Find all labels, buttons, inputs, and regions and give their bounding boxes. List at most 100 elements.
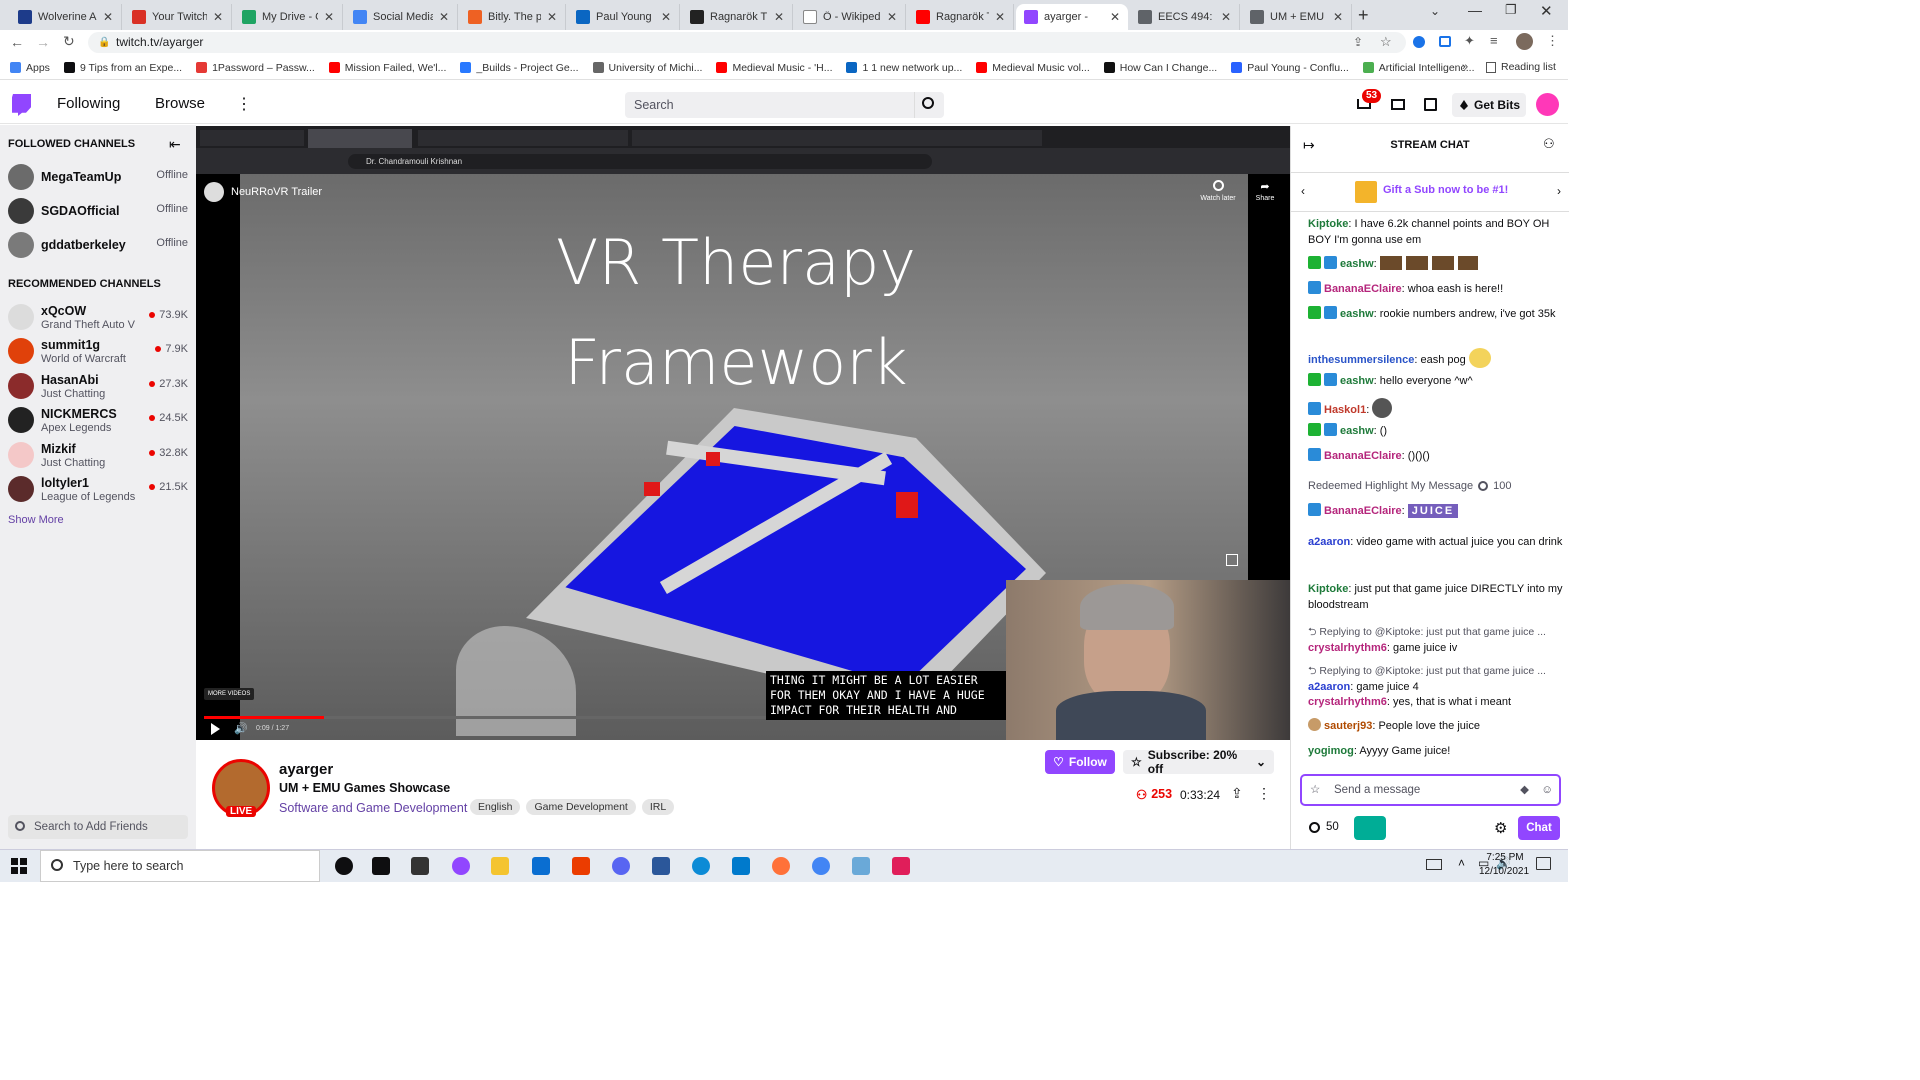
recommended-channel-item[interactable]: loltyler1 League of Legends 21.5K — [0, 472, 196, 506]
chat-username[interactable]: crystalrhythm6 — [1308, 696, 1387, 708]
file-explorer-icon[interactable] — [491, 857, 509, 875]
channel-points-balance[interactable]: 50 — [1309, 821, 1339, 833]
subscribe-button[interactable]: ☆ Subscribe: 20% off ⌄ — [1123, 748, 1274, 776]
get-bits-button[interactable]: Get Bits — [1452, 93, 1526, 117]
emote-star-icon[interactable]: ☆ — [1310, 776, 1320, 804]
office-icon[interactable] — [572, 857, 590, 875]
reload-icon[interactable]: ↻ — [63, 33, 75, 50]
profile-avatar[interactable] — [1516, 33, 1533, 50]
word-icon[interactable] — [652, 857, 670, 875]
tab-search-icon[interactable]: ⌄ — [1430, 4, 1440, 18]
bookmark-item[interactable]: 1 1 new network up... — [846, 62, 962, 74]
discord-icon[interactable] — [612, 857, 630, 875]
extension-icon[interactable] — [1439, 36, 1451, 47]
clock-date[interactable]: 12/10/2021 — [1474, 866, 1534, 877]
tab-close-icon[interactable]: ✕ — [995, 10, 1005, 24]
tab-close-icon[interactable]: ✕ — [103, 10, 113, 24]
chat-username[interactable]: Haskol1 — [1324, 404, 1366, 416]
nav-browse[interactable]: Browse — [155, 95, 205, 112]
volume-icon[interactable]: 🔊 — [234, 722, 248, 735]
bookmark-item[interactable]: 1Password – Passw... — [196, 62, 315, 74]
community-icon[interactable]: ⚇ — [1543, 136, 1555, 152]
stream-tag[interactable]: Game Development — [526, 799, 636, 815]
tab-close-icon[interactable]: ✕ — [324, 10, 334, 24]
tray-chevron-icon[interactable]: ˄ — [1458, 856, 1465, 870]
recommended-channel-item[interactable]: NICKMERCS Apex Legends 24.5K — [0, 403, 196, 437]
chat-username[interactable]: eashw — [1340, 375, 1374, 387]
more-menu-icon[interactable]: ⋮ — [236, 94, 252, 114]
search-input[interactable]: Search — [625, 92, 914, 118]
chat-username[interactable]: a2aaron — [1308, 681, 1350, 693]
gift-sub-banner[interactable]: ‹ Gift a Sub now to be #1! › — [1291, 172, 1569, 212]
task-view-icon[interactable] — [372, 857, 390, 875]
browser-tab[interactable]: Social Media ✕ — [345, 4, 458, 30]
bookmark-item[interactable]: _Builds - Project Ge... — [460, 62, 579, 74]
whispers-icon[interactable] — [1424, 98, 1437, 111]
stream-tag[interactable]: IRL — [641, 799, 675, 815]
bookmark-star-icon[interactable]: ☆ — [1380, 34, 1392, 50]
bookmark-item[interactable]: Apps — [10, 62, 50, 74]
search-button[interactable] — [914, 92, 944, 118]
fullscreen-exit-icon[interactable] — [1226, 554, 1238, 566]
reply-context[interactable]: ⮌ Replying to @Kiptoke: just put that ga… — [1308, 624, 1563, 640]
browser-tab[interactable]: Paul Young | L ✕ — [568, 4, 680, 30]
close-window-button[interactable]: ✕ — [1540, 2, 1553, 20]
minimize-button[interactable]: — — [1468, 2, 1482, 18]
browser-tab[interactable]: Wolverine Ac ✕ — [10, 4, 122, 30]
edge-icon[interactable] — [692, 857, 710, 875]
puzzle-icon[interactable]: ✦ — [1464, 33, 1475, 49]
keyboard-icon[interactable] — [1426, 859, 1442, 870]
follow-button[interactable]: ♡ Follow — [1045, 750, 1115, 774]
tab-close-icon[interactable]: ✕ — [1110, 10, 1120, 24]
chevron-left-icon[interactable]: ‹ — [1301, 184, 1305, 198]
followed-channel-item[interactable]: SGDAOfficial Offline — [0, 194, 196, 228]
stream-category[interactable]: Software and Game Development — [279, 801, 467, 815]
recommended-channel-item[interactable]: HasanAbi Just Chatting 27.3K — [0, 369, 196, 403]
bookmark-item[interactable]: Mission Failed, We'l... — [328, 62, 446, 74]
bookmark-item[interactable]: 9 Tips from an Expe... — [63, 62, 182, 74]
browser-tab[interactable]: Ragnarök TD ✕ — [682, 4, 793, 30]
nav-following[interactable]: Following — [57, 95, 120, 112]
chat-username[interactable]: a2aaron — [1308, 536, 1350, 548]
new-tab-button[interactable]: + — [1358, 5, 1369, 26]
mail-icon[interactable] — [532, 857, 550, 875]
forward-icon[interactable]: → — [36, 34, 50, 50]
media-icon[interactable]: ≡ — [1490, 33, 1498, 48]
chat-username[interactable]: BananaEClaire — [1324, 283, 1402, 295]
taskbar-search-input[interactable]: Type here to search — [40, 850, 320, 882]
emoji-icon[interactable]: ☺ — [1541, 776, 1553, 804]
stream-tag[interactable]: English — [470, 799, 521, 815]
back-icon[interactable]: ← — [10, 34, 24, 50]
watch-later-button[interactable]: Watch later — [1196, 180, 1240, 202]
browser-tab[interactable]: ayarger - ✕ — [1016, 4, 1128, 30]
firefox-icon[interactable] — [772, 857, 790, 875]
chat-send-button[interactable]: Chat — [1518, 816, 1560, 840]
chat-username[interactable]: yogimog — [1308, 745, 1354, 757]
chevron-right-icon[interactable]: › — [1557, 184, 1561, 198]
tab-close-icon[interactable]: ✕ — [547, 10, 557, 24]
chat-username[interactable]: eashw — [1340, 308, 1374, 320]
recommended-channel-item[interactable]: xQcOW Grand Theft Auto V 73.9K — [0, 300, 196, 334]
browser-tab[interactable]: UM + EMU G ✕ — [1242, 4, 1352, 30]
inbox-icon[interactable] — [1391, 99, 1405, 110]
chat-username[interactable]: eashw — [1340, 258, 1374, 270]
play-icon[interactable] — [211, 723, 220, 735]
claim-bonus-button[interactable] — [1354, 816, 1386, 840]
clock-time[interactable]: 7:25 PM — [1480, 852, 1530, 863]
channel-avatar[interactable] — [204, 182, 224, 202]
more-videos-label[interactable]: MORE VIDEOS — [204, 688, 255, 700]
reading-list[interactable]: Reading list — [1486, 61, 1556, 73]
tab-close-icon[interactable]: ✕ — [1333, 10, 1343, 24]
tab-close-icon[interactable]: ✕ — [661, 10, 671, 24]
collapse-sidebar-icon[interactable]: ⇤ — [169, 136, 181, 153]
bookmark-item[interactable]: University of Michi... — [592, 62, 702, 74]
url-bar[interactable]: 🔒 twitch.tv/ayarger — [88, 32, 1406, 53]
chat-input[interactable]: ☆ Send a message ◆ ☺ — [1300, 774, 1561, 806]
chat-username[interactable]: Kiptoke — [1308, 218, 1348, 230]
bookmark-item[interactable]: Medieval Music - 'H... — [716, 62, 832, 74]
chat-username[interactable]: Kiptoke — [1308, 583, 1348, 595]
tab-close-icon[interactable]: ✕ — [1221, 10, 1231, 24]
store-icon[interactable] — [411, 857, 429, 875]
followed-channel-item[interactable]: MegaTeamUp Offline — [0, 160, 196, 194]
kebab-menu-icon[interactable]: ⋮ — [1546, 33, 1559, 49]
